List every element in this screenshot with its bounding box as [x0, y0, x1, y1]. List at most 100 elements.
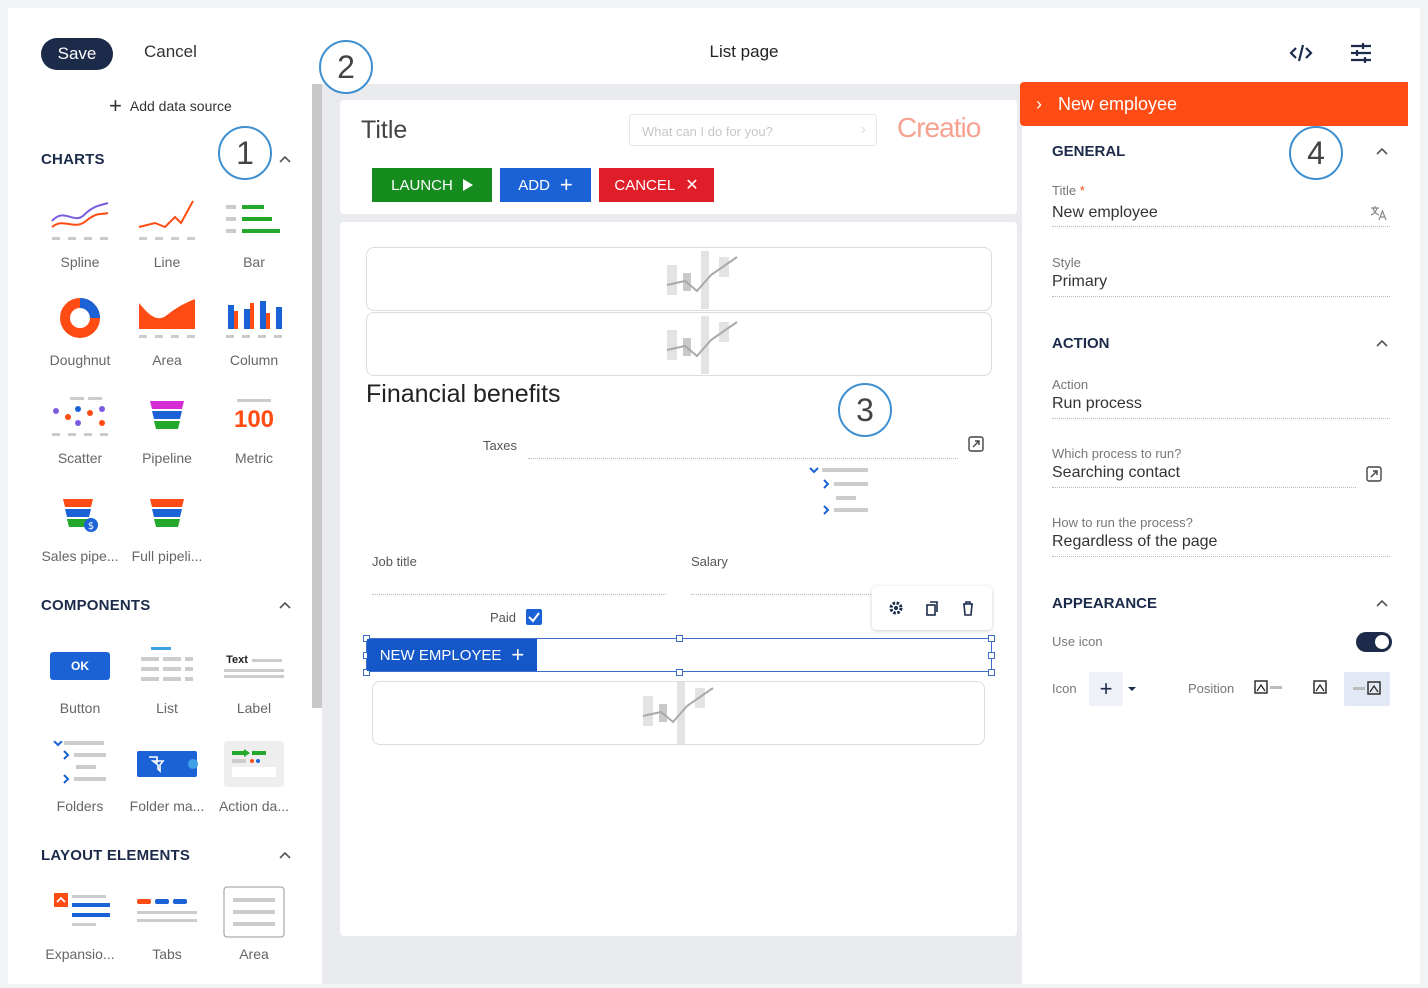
page-title: List page [709, 42, 779, 61]
chart-tile-bar[interactable]: Bar [210, 194, 298, 270]
tile-label: Full pipeli... [131, 548, 203, 564]
open-link-icon[interactable] [968, 436, 984, 452]
tile-label: Scatter [57, 450, 103, 466]
use-icon-label: Use icon [1052, 634, 1103, 649]
label-line [251, 658, 282, 662]
chart-tile-area[interactable]: Area [123, 292, 211, 368]
full-pipeline-icon [150, 499, 184, 527]
resize-handle[interactable] [676, 669, 683, 676]
chart-tile-full-pipeline[interactable]: Full pipeli... [123, 488, 211, 564]
how-to-run-select[interactable]: Regardless of the page [1052, 533, 1217, 551]
canvas-page-title[interactable]: Title [361, 116, 407, 145]
folders-icon [53, 741, 106, 784]
component-tile-list[interactable]: List [123, 640, 211, 716]
sliders-icon[interactable] [1348, 40, 1374, 66]
plus-icon: + [109, 93, 122, 118]
taxes-field[interactable] [528, 458, 958, 459]
component-tile-button[interactable]: OK Button [36, 640, 124, 716]
chevron-up-icon[interactable] [1375, 596, 1389, 610]
chevron-up-icon[interactable] [1375, 336, 1389, 350]
icon-right-position-option[interactable] [1344, 672, 1390, 706]
action-select[interactable]: Run process [1052, 395, 1142, 413]
search-input[interactable]: What can I do for you? › [629, 114, 877, 146]
chart-tile-line[interactable]: Line [123, 194, 211, 270]
which-process-select[interactable]: Searching contact [1052, 464, 1180, 482]
component-tile-action-dashboard[interactable]: Action da... [210, 738, 298, 814]
component-tile-folders[interactable]: Folders [36, 738, 124, 814]
use-icon-toggle[interactable] [1356, 632, 1392, 652]
trash-icon[interactable] [960, 600, 976, 616]
panel-scrollbar[interactable] [312, 84, 322, 708]
chart-tile-scatter[interactable]: Scatter [36, 390, 124, 466]
cancel-action-button[interactable]: CANCEL ✕ [599, 168, 714, 202]
icon-picker-plus-icon[interactable]: + [1089, 672, 1123, 706]
expansion-panel-icon [54, 893, 110, 926]
search-placeholder: What can I do for you? [642, 124, 773, 139]
chart-placeholder[interactable] [366, 247, 992, 311]
appearance-section-title: APPEARANCE [1052, 595, 1158, 612]
chart-placeholder[interactable] [372, 681, 985, 745]
component-tile-folder-manager[interactable]: Folder ma... [123, 738, 211, 814]
column-chart-icon [226, 301, 282, 338]
folders-placeholder-icon [809, 467, 868, 515]
action-underline [1052, 418, 1390, 419]
which-process-label: Which process to run? [1052, 446, 1182, 461]
job-title-field[interactable] [372, 594, 666, 595]
sales-pipeline-icon: $ [63, 499, 98, 532]
tile-label: List [156, 700, 178, 716]
layout-tile-area[interactable]: Area [210, 886, 298, 962]
spline-chart-icon [51, 202, 109, 240]
paid-label: Paid [490, 610, 517, 625]
tile-label: Metric [234, 450, 274, 466]
chart-tile-column[interactable]: Column [210, 292, 298, 368]
chart-tile-spline[interactable]: Spline [36, 194, 124, 270]
add-data-source-button[interactable]: + Add data source [109, 93, 232, 118]
callout-marker: 2 [319, 40, 373, 94]
tile-label: Bar [243, 254, 265, 270]
resize-handle[interactable] [988, 669, 995, 676]
chevron-up-icon[interactable] [1375, 144, 1389, 158]
salary-field[interactable] [691, 594, 871, 595]
action-section-title: ACTION [1052, 335, 1110, 352]
paid-checkbox[interactable] [526, 609, 542, 625]
creatio-logo: Creatio [897, 112, 981, 143]
gear-icon[interactable] [888, 600, 904, 616]
chevron-up-icon[interactable] [278, 152, 292, 166]
chart-tile-sales-pipeline[interactable]: $ Sales pipe... [36, 488, 124, 564]
add-button[interactable]: ADD + [500, 168, 591, 202]
section-title[interactable]: Financial benefits [366, 380, 561, 409]
resize-handle[interactable] [676, 635, 683, 642]
layout-tile-tabs[interactable]: Tabs [123, 886, 211, 962]
chart-tile-doughnut[interactable]: Doughnut [36, 292, 124, 368]
code-icon[interactable] [1288, 40, 1314, 66]
copy-icon[interactable] [924, 600, 940, 616]
bar-chart-icon [226, 205, 280, 233]
open-link-icon[interactable] [1366, 466, 1382, 482]
properties-header[interactable]: › New employee [1020, 82, 1408, 126]
chevron-up-icon[interactable] [278, 598, 292, 612]
chart-tile-pipeline[interactable]: Pipeline [123, 390, 211, 466]
resize-handle[interactable] [988, 652, 995, 659]
layout-tile-expansion[interactable]: Expansio... [36, 886, 124, 962]
tile-label: Folder ma... [129, 798, 205, 814]
chevron-up-icon[interactable] [278, 848, 292, 862]
new-employee-button[interactable]: NEW EMPLOYEE + [367, 639, 537, 671]
tile-label: Tabs [152, 946, 182, 962]
chart-tile-metric[interactable]: 100 Metric [210, 390, 298, 466]
chart-placeholder-icon [666, 316, 738, 374]
chart-placeholder-icon [666, 251, 738, 309]
icon-only-position-icon[interactable] [1313, 680, 1329, 696]
title-field-label: Title * [1052, 183, 1085, 198]
resize-handle[interactable] [988, 635, 995, 642]
plus-icon: + [511, 642, 525, 667]
launch-button[interactable]: LAUNCH [372, 168, 492, 202]
component-tile-label[interactable]: Text Label [210, 640, 298, 716]
style-select[interactable]: Primary [1052, 273, 1107, 291]
translate-icon[interactable] [1370, 205, 1388, 221]
title-input[interactable]: New employee [1052, 204, 1158, 222]
icon-left-position-icon[interactable] [1254, 680, 1284, 696]
svg-text:$: $ [88, 521, 94, 532]
caret-down-icon[interactable] [1127, 685, 1137, 693]
chart-placeholder[interactable] [366, 312, 992, 376]
metric-value: 100 [233, 405, 275, 433]
